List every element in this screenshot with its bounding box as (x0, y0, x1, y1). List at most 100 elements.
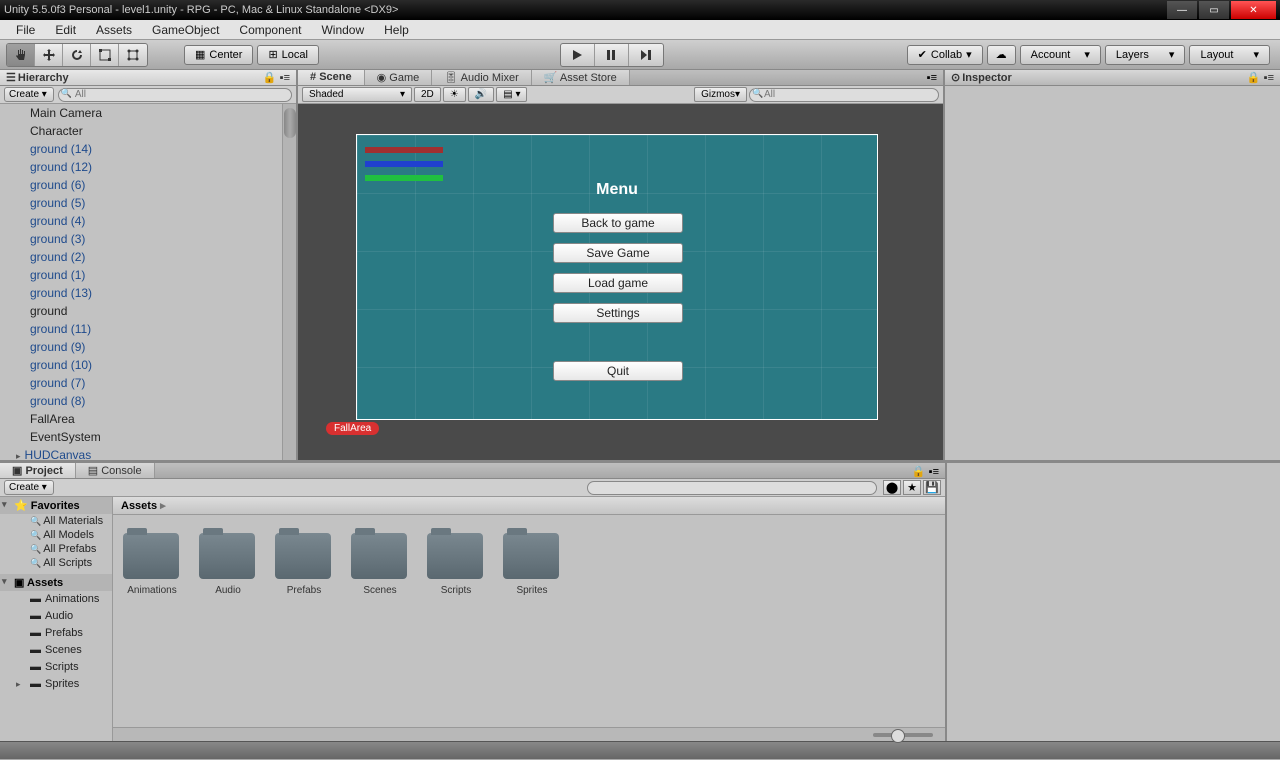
scale-tool[interactable] (91, 44, 119, 66)
menu-help[interactable]: Help (374, 21, 419, 39)
hierarchy-item[interactable]: HUDCanvas (0, 446, 296, 460)
play-button[interactable] (561, 44, 595, 66)
scene-search[interactable]: All (749, 88, 939, 102)
breadcrumb[interactable]: Assets ▸ (113, 497, 945, 515)
project-footer (113, 727, 945, 741)
save-search-icon[interactable]: 💾 (923, 480, 941, 495)
hierarchy-item[interactable]: ground (10) (0, 356, 296, 374)
menu-edit[interactable]: Edit (45, 21, 86, 39)
hierarchy-item[interactable]: ground (4) (0, 212, 296, 230)
gizmos-dropdown[interactable]: Gizmos ▾ (694, 87, 747, 102)
hierarchy-item[interactable]: ground (6) (0, 176, 296, 194)
folder-item[interactable]: Sprites (503, 533, 561, 596)
pivot-local-toggle[interactable]: ⊞ Local (257, 45, 319, 65)
menu-window[interactable]: Window (311, 21, 374, 39)
tree-item[interactable]: ▬Scenes (0, 642, 112, 659)
hierarchy-item[interactable]: ground (14) (0, 140, 296, 158)
rotate-tool[interactable] (63, 44, 91, 66)
hierarchy-scrollbar[interactable] (282, 104, 296, 460)
layout-dropdown[interactable]: Layout ▾ (1189, 45, 1270, 65)
folder-item[interactable]: Audio (199, 533, 257, 596)
hierarchy-item[interactable]: ground (1) (0, 266, 296, 284)
hierarchy-item[interactable]: ground (3) (0, 230, 296, 248)
favorite-item[interactable]: All Prefabs (0, 542, 112, 556)
project-tree[interactable]: ⭐ Favorites All MaterialsAll ModelsAll P… (0, 497, 113, 741)
menu-file[interactable]: File (6, 21, 45, 39)
tab-game[interactable]: ◉ Game (365, 70, 433, 85)
back-to-game-button[interactable]: Back to game (553, 213, 683, 233)
load-game-button[interactable]: Load game (553, 273, 683, 293)
folder-item[interactable]: Prefabs (275, 533, 333, 596)
hierarchy-item[interactable]: ground (8) (0, 392, 296, 410)
folder-grid[interactable]: Animations Audio Prefabs Scenes Scripts Sprit… (113, 515, 945, 639)
menu-assets[interactable]: Assets (86, 21, 142, 39)
hierarchy-search[interactable]: All (58, 88, 292, 102)
favorite-item[interactable]: All Materials (0, 514, 112, 528)
hierarchy-item[interactable]: Main Camera (0, 104, 296, 122)
tab-console[interactable]: ▤ Console (76, 463, 155, 478)
maximize-button[interactable]: ▭ (1199, 1, 1229, 19)
settings-button[interactable]: Settings (553, 303, 683, 323)
hand-tool[interactable] (7, 44, 35, 66)
search-by-type-icon[interactable]: ⬤ (883, 480, 901, 495)
2d-toggle[interactable]: 2D (414, 87, 441, 102)
favorites-header[interactable]: ⭐ Favorites (0, 497, 112, 514)
cloud-button[interactable]: ☁ (987, 45, 1016, 65)
menu-component[interactable]: Component (229, 21, 311, 39)
tree-item[interactable]: ▬Audio (0, 608, 112, 625)
pause-button[interactable] (595, 44, 629, 66)
project-create-button[interactable]: Create ▾ (4, 480, 54, 495)
collab-dropdown[interactable]: ✔ Collab ▾ (907, 45, 983, 65)
step-button[interactable] (629, 44, 663, 66)
account-dropdown[interactable]: Account ▾ (1020, 45, 1101, 65)
hierarchy-item[interactable]: FallArea (0, 410, 296, 428)
hierarchy-header[interactable]: ☰ Hierarchy🔒 ▪≡ (0, 70, 296, 86)
hierarchy-item[interactable]: EventSystem (0, 428, 296, 446)
move-tool[interactable] (35, 44, 63, 66)
audio-toggle[interactable]: 🔊 (468, 87, 494, 102)
rect-tool[interactable] (119, 44, 147, 66)
tab-project[interactable]: ▣ Project (0, 463, 76, 478)
minimize-button[interactable]: — (1167, 1, 1197, 19)
search-by-label-icon[interactable]: ★ (903, 480, 921, 495)
tree-item[interactable]: ▬Animations (0, 591, 112, 608)
tree-item[interactable]: ▸▬Sprites (0, 676, 112, 693)
menu-gameobject[interactable]: GameObject (142, 21, 229, 39)
folder-item[interactable]: Animations (123, 533, 181, 596)
shading-mode-dropdown[interactable]: Shaded▾ (302, 87, 412, 102)
folder-item[interactable]: Scripts (427, 533, 485, 596)
inspector-header[interactable]: ⊙ Inspector🔒 ▪≡ (945, 70, 1280, 86)
favorite-item[interactable]: All Models (0, 528, 112, 542)
hierarchy-item[interactable]: ground (5) (0, 194, 296, 212)
tab-asset-store[interactable]: 🛒 Asset Store (532, 70, 630, 85)
hierarchy-item[interactable]: ground (0, 302, 296, 320)
tree-item[interactable]: ▬Prefabs (0, 625, 112, 642)
hierarchy-item[interactable]: ground (12) (0, 158, 296, 176)
hierarchy-item[interactable]: ground (7) (0, 374, 296, 392)
hierarchy-item[interactable]: Character (0, 122, 296, 140)
hierarchy-create-button[interactable]: Create ▾ (4, 87, 54, 102)
hierarchy-item[interactable]: ground (2) (0, 248, 296, 266)
assets-tree-header[interactable]: ▣ Assets (0, 574, 112, 591)
icon-size-slider[interactable] (873, 733, 933, 737)
project-search[interactable] (587, 481, 877, 495)
quit-button[interactable]: Quit (553, 361, 683, 381)
hierarchy-item[interactable]: ground (11) (0, 320, 296, 338)
lighting-toggle[interactable]: ☀ (443, 87, 466, 102)
hierarchy-item[interactable]: ground (13) (0, 284, 296, 302)
favorite-item[interactable]: All Scripts (0, 556, 112, 570)
close-button[interactable]: ✕ (1231, 1, 1276, 19)
scene-viewport[interactable]: Menu Back to game Save Game Load game Se… (298, 104, 943, 460)
hierarchy-list[interactable]: Main CameraCharacterground (14)ground (1… (0, 104, 296, 460)
tab-audio-mixer[interactable]: 🎚 Audio Mixer (432, 70, 532, 85)
tab-scene[interactable]: # Scene (298, 70, 365, 85)
fall-area-gizmo[interactable]: FallArea (326, 422, 379, 435)
layers-dropdown[interactable]: Layers ▾ (1105, 45, 1186, 65)
fx-toggle[interactable]: ▤ ▾ (496, 87, 527, 102)
pivot-center-toggle[interactable]: ▦ Center (184, 45, 253, 65)
save-game-button[interactable]: Save Game (553, 243, 683, 263)
tree-item[interactable]: ▬Scripts (0, 659, 112, 676)
hierarchy-item[interactable]: ground (9) (0, 338, 296, 356)
project-toolbar: Create ▾ ⬤ ★ 💾 (0, 479, 945, 497)
folder-item[interactable]: Scenes (351, 533, 409, 596)
